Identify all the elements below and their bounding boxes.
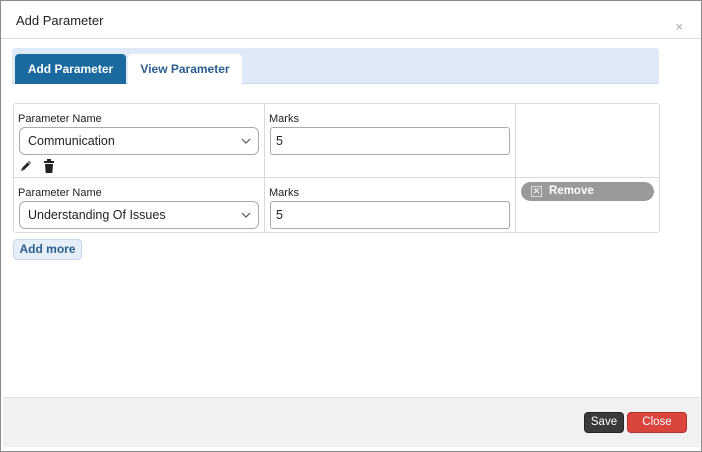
marks-label: Marks [269, 187, 299, 199]
dialog-footer: Save Close [3, 397, 700, 447]
parameter-name-label: Parameter Name [18, 113, 102, 125]
add-more-button[interactable]: Add more [13, 239, 82, 260]
marks-input[interactable]: 5 [270, 201, 510, 229]
parameter-name-cell: Parameter Name Communication [14, 104, 265, 177]
parameter-name-select[interactable]: Understanding Of Issues [19, 201, 259, 229]
trash-icon[interactable] [43, 158, 57, 174]
row-actions [19, 158, 63, 174]
add-parameter-dialog: Add Parameter × Add Parameter View Param… [0, 0, 702, 452]
marks-label: Marks [269, 113, 299, 125]
tab-bar: Add Parameter View Parameter [12, 48, 659, 84]
remove-label: Remove [549, 185, 594, 197]
close-icon[interactable]: × [675, 20, 683, 34]
parameter-name-value: Communication [28, 134, 115, 148]
parameter-table: Parameter Name Communication Marks 5 Par… [13, 103, 660, 233]
marks-cell: Marks 5 [265, 178, 516, 232]
row-action-cell [516, 104, 659, 177]
row-action-cell: ✕ Remove [516, 178, 659, 232]
dialog-title: Add Parameter [16, 13, 104, 28]
save-button[interactable]: Save [584, 412, 624, 433]
parameter-row: Parameter Name Communication Marks 5 [14, 104, 659, 178]
chevron-down-icon [241, 202, 251, 239]
parameter-name-cell: Parameter Name Understanding Of Issues [14, 178, 265, 232]
close-button[interactable]: Close [627, 412, 687, 433]
marks-cell: Marks 5 [265, 104, 516, 177]
dialog-header: Add Parameter × [1, 1, 701, 39]
remove-button[interactable]: ✕ Remove [521, 182, 654, 201]
parameter-row: Parameter Name Understanding Of Issues M… [14, 178, 659, 232]
parameter-name-value: Understanding Of Issues [28, 208, 166, 222]
parameter-name-select[interactable]: Communication [19, 127, 259, 155]
parameter-name-label: Parameter Name [18, 187, 102, 199]
remove-icon: ✕ [531, 186, 542, 197]
marks-input[interactable]: 5 [270, 127, 510, 155]
chevron-down-icon [241, 128, 251, 165]
tab-view-parameter[interactable]: View Parameter [128, 54, 242, 84]
tab-add-parameter[interactable]: Add Parameter [15, 54, 126, 84]
pencil-icon[interactable] [19, 158, 33, 174]
